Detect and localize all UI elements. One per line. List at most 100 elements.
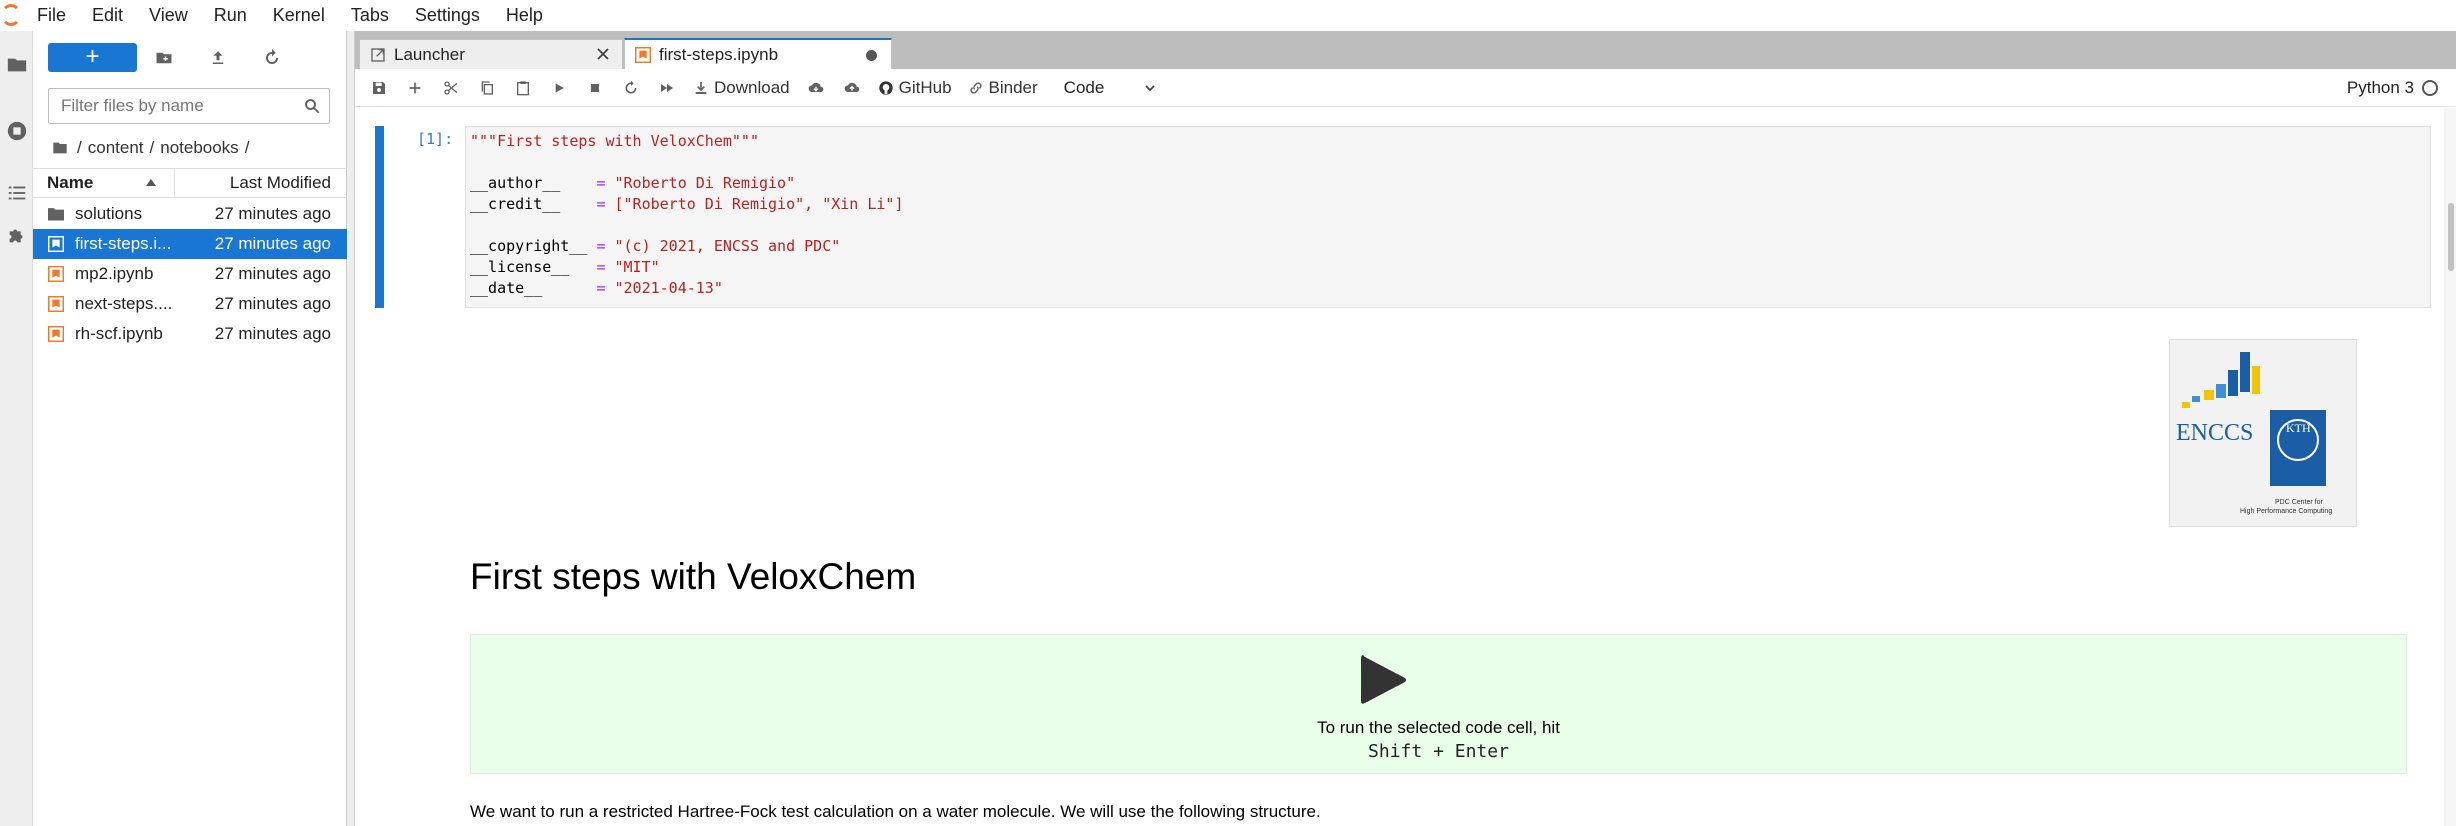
cloud-upload-button[interactable] [836,73,868,103]
breadcrumb-notebooks[interactable]: notebooks [160,138,238,158]
sort-ascending-icon [146,179,156,186]
insert-cell-button[interactable] [399,73,431,103]
file-item-first-steps[interactable]: first-steps.i... 27 minutes ago [33,229,347,259]
file-filter-input[interactable] [49,89,289,123]
tab-label: first-steps.ipynb [659,44,779,64]
tab-launcher[interactable]: Launcher [359,39,623,69]
code-cell-editor[interactable]: """First steps with VeloxChem""" __autho… [465,126,2431,308]
link-icon [969,81,982,94]
cell-type-select[interactable]: Code [1054,74,1164,102]
code-line: __date__ = "2021-04-13" [470,279,723,297]
binder-label: Binder [988,77,1038,97]
upload-button[interactable] [205,45,231,71]
file-modified: 27 minutes ago [214,264,331,283]
restart-run-all-button[interactable] [651,73,683,103]
paste-button[interactable] [507,73,539,103]
menu-edit[interactable]: Edit [79,0,136,31]
enccs-kth-logo-image: ENCCS KTH PDC Center for High Performanc… [2169,339,2357,527]
new-launcher-button[interactable]: + [48,43,137,72]
file-filter [48,88,330,124]
binder-button[interactable]: Binder [962,73,1044,103]
file-list: solutions 27 minutes ago first-steps.i..… [33,199,347,349]
github-label: GitHub [898,77,952,97]
breadcrumb: / content / notebooks / [51,135,255,161]
copy-icon [481,80,493,95]
kernel-name: Python 3 [2346,78,2414,97]
sort-by-name-header[interactable]: Name [33,168,175,198]
github-icon [878,80,893,95]
restart-button[interactable] [615,73,647,103]
breadcrumb-sep: / [77,138,82,157]
file-name: solutions [75,204,143,223]
execution-count: [1]: [417,130,454,148]
breadcrumb-content[interactable]: content [88,138,144,158]
active-cell-indicator[interactable] [375,126,384,308]
save-button[interactable] [363,73,395,103]
tab-bar: Launcher first-steps.ipynb [355,31,2456,69]
sort-by-modified-header[interactable]: Last Modified [175,173,347,193]
panel-splitter[interactable] [347,31,355,826]
chevron-down-icon [1145,84,1155,91]
file-modified: 27 minutes ago [214,204,331,223]
menu-view[interactable]: View [136,0,201,31]
notebook-icon [635,46,651,63]
download-icon [695,81,707,94]
scrollbar-thumb[interactable] [2448,203,2454,271]
copy-button[interactable] [471,73,503,103]
stop-icon [591,83,599,92]
svg-text:ENCCS: ENCCS [2176,420,2253,446]
activity-bar [0,31,33,826]
menu-kernel[interactable]: Kernel [260,0,338,31]
file-item-solutions[interactable]: solutions 27 minutes ago [33,199,347,229]
menu-tabs[interactable]: Tabs [338,0,402,31]
menu-run[interactable]: Run [201,0,260,31]
new-folder-button[interactable] [151,45,177,71]
svg-text:PDC Center for: PDC Center for [2275,499,2324,506]
launch-icon [371,47,385,62]
extensions-tab[interactable] [0,213,33,257]
stop-circle-icon [7,121,26,141]
svg-text:KTH: KTH [2286,421,2311,435]
callout-text: To run the selected code cell, hit [1317,718,1560,737]
tab-first-steps[interactable]: first-steps.ipynb [624,38,892,69]
cloud-download-button[interactable] [800,73,832,103]
code-line: __credit__ = ["Roberto Di Remigio", "Xin… [470,195,904,213]
enccs-kth-logo-icon: ENCCS KTH PDC Center for High Performanc… [2176,352,2332,515]
cloud-upload-icon [844,82,859,92]
cut-button[interactable] [435,73,467,103]
menu-help[interactable]: Help [493,0,556,31]
file-list-header: Name Last Modified [33,168,347,198]
file-modified: 27 minutes ago [214,234,331,253]
folder-icon[interactable] [51,140,69,156]
toc-tab[interactable] [0,171,33,215]
close-icon[interactable] [596,47,610,61]
file-item-next-steps[interactable]: next-steps.... 27 minutes ago [33,289,347,319]
interrupt-button[interactable] [579,73,611,103]
file-browser-panel: + / content / notebooks / Name Last Modi… [33,31,347,826]
folder-icon [7,58,26,72]
unsaved-indicator-icon[interactable] [866,50,877,61]
notebook-icon [48,326,64,342]
cloud-download-icon [808,82,823,92]
code-line: __license__ = "MIT" [470,258,660,276]
file-item-mp2[interactable]: mp2.ipynb 27 minutes ago [33,259,347,289]
run-hint-callout: To run the selected code cell, hit Shift… [470,634,2407,774]
breadcrumb-sep: / [149,138,155,157]
puzzle-icon [9,229,22,243]
menu-settings[interactable]: Settings [402,0,493,31]
notebook-paragraph: We want to run a restricted Hartree-Fock… [470,802,1321,821]
download-label: Download [714,77,790,97]
run-button[interactable] [543,73,575,103]
tab-label: Launcher [394,44,465,64]
file-browser-tab[interactable] [0,43,33,87]
github-button[interactable]: GitHub [872,73,958,103]
download-button[interactable]: Download [687,73,796,103]
notebook-toolbar: Download GitHub Binder Code Python 3 [355,69,2456,107]
notebook-scrollbar[interactable] [2444,108,2456,826]
menu-file[interactable]: File [24,0,79,31]
file-item-rh-scf[interactable]: rh-scf.ipynb 27 minutes ago [33,319,347,349]
refresh-button[interactable] [259,45,285,71]
callout-shortcut: Shift + Enter [1368,741,1509,762]
running-sessions-tab[interactable] [0,109,33,153]
kernel-status[interactable]: Python 3 [2347,73,2438,103]
